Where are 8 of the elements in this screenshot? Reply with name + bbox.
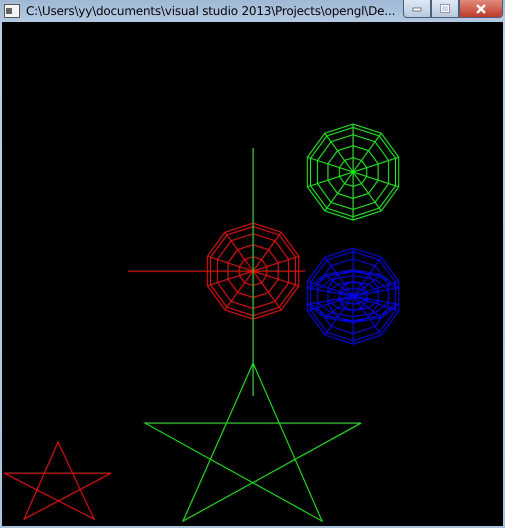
maximize-button[interactable] [431, 0, 459, 18]
window-title: C:\Users\yy\documents\visual studio 2013\Projects\opengl\De... [26, 4, 396, 18]
minimize-icon [412, 6, 422, 12]
close-icon [475, 4, 487, 14]
window-icon [4, 4, 20, 18]
minimize-button[interactable] [403, 0, 431, 18]
maximize-icon [440, 4, 450, 13]
close-button[interactable] [459, 0, 503, 18]
